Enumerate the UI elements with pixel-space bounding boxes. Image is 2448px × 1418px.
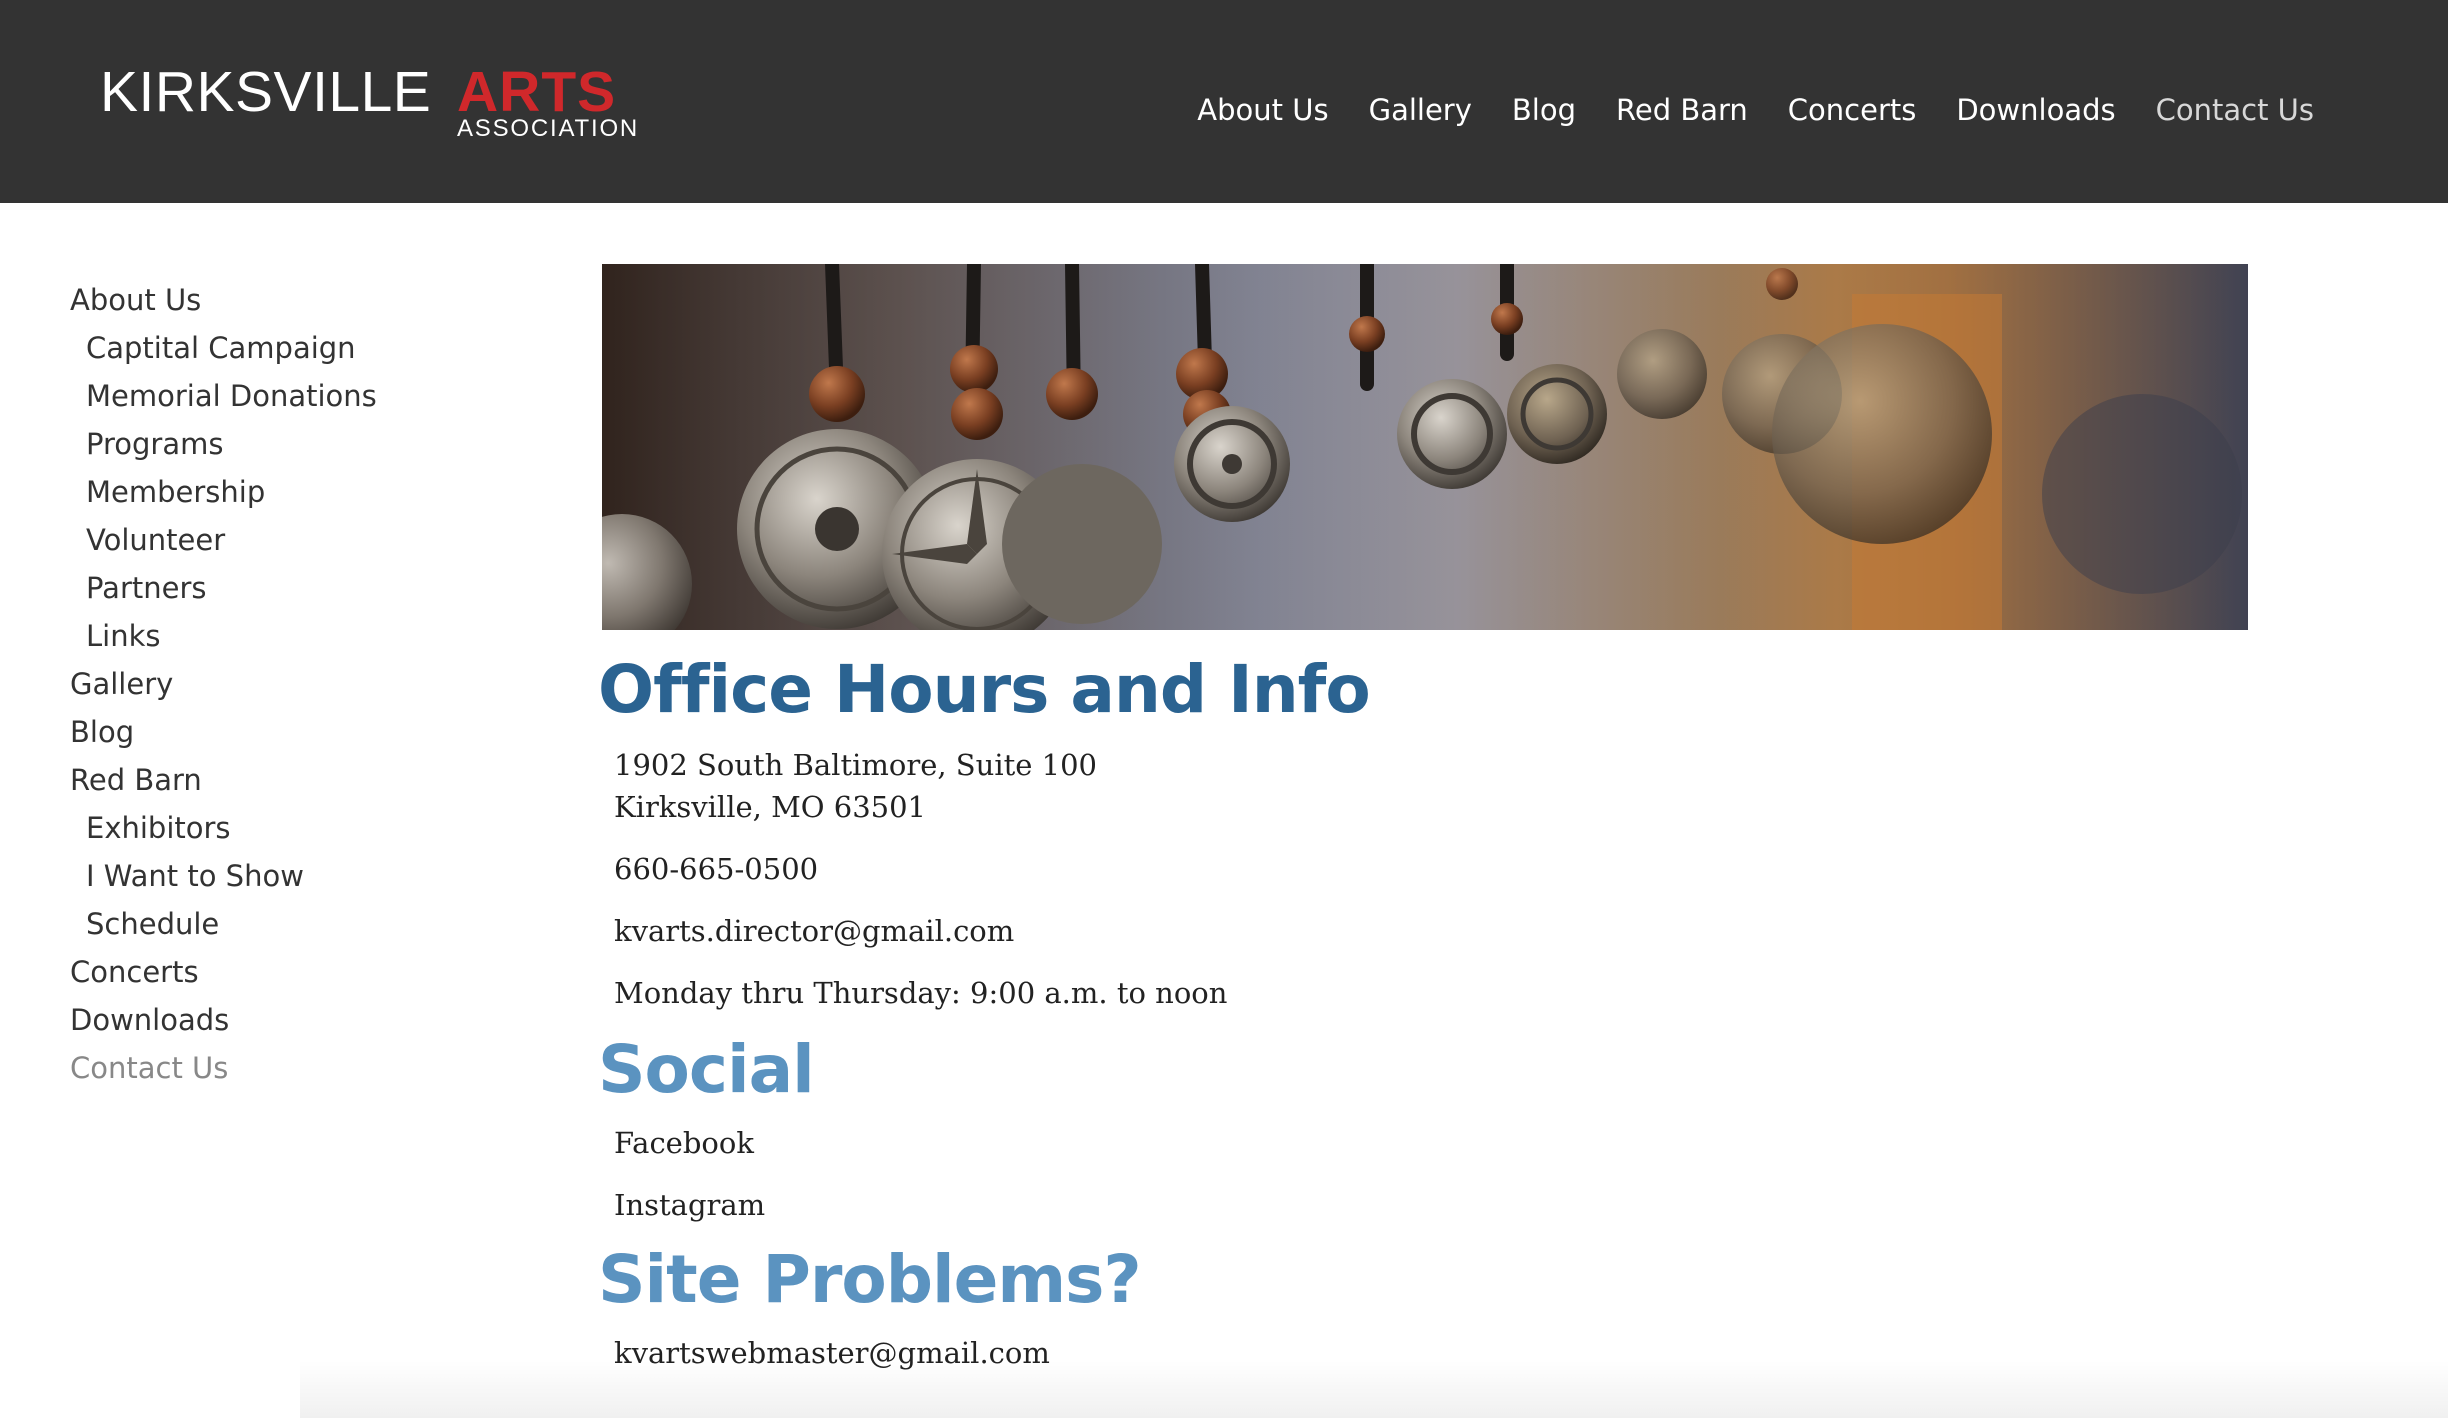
social-heading: Social	[598, 1031, 815, 1108]
sidebar-item-i-want-to-show[interactable]: I Want to Show	[70, 852, 540, 900]
instagram-link[interactable]: Instagram	[614, 1188, 765, 1222]
sidebar-item-volunteer[interactable]: Volunteer	[70, 516, 540, 564]
sidebar-item-concerts[interactable]: Concerts	[70, 948, 540, 996]
logo-name-text: KIRKSVILLE	[100, 60, 432, 124]
instagram-item: Instagram	[598, 1184, 2298, 1226]
sidebar-item-contact-us[interactable]: Contact Us	[70, 1044, 540, 1092]
nav-downloads[interactable]: Downloads	[1956, 88, 2115, 132]
sidebar-item-membership[interactable]: Membership	[70, 468, 540, 516]
sidebar-navigation: About Us Captital Campaign Memorial Dona…	[70, 276, 540, 1092]
top-navigation: About Us Gallery Blog Red Barn Concerts …	[1197, 88, 2314, 132]
director-email: kvarts.director@gmail.com	[598, 910, 2298, 952]
director-email-link[interactable]: kvarts.director@gmail.com	[614, 914, 1014, 948]
nav-blog[interactable]: Blog	[1512, 88, 1576, 132]
nav-concerts[interactable]: Concerts	[1788, 88, 1917, 132]
sidebar-item-downloads[interactable]: Downloads	[70, 996, 540, 1044]
nav-about-us[interactable]: About Us	[1197, 88, 1328, 132]
logo-association-text: ASSOCIATION	[457, 115, 640, 142]
webmaster-email-link[interactable]: kvartswebmaster@gmail.com	[614, 1336, 1050, 1370]
nav-gallery[interactable]: Gallery	[1369, 88, 1472, 132]
office-hours-heading: Office Hours and Info	[598, 651, 1371, 728]
sidebar-item-capital-campaign[interactable]: Captital Campaign	[70, 324, 540, 372]
facebook-link[interactable]: Facebook	[614, 1126, 754, 1160]
sidebar-item-red-barn[interactable]: Red Barn	[70, 756, 540, 804]
phone-number: 660-665-0500	[614, 852, 819, 886]
webmaster-email: kvartswebmaster@gmail.com	[598, 1332, 2298, 1374]
sidebar-item-programs[interactable]: Programs	[70, 420, 540, 468]
sidebar-item-blog[interactable]: Blog	[70, 708, 540, 756]
site-problems-heading: Site Problems?	[598, 1241, 1142, 1318]
logo-arts-text: ARTS	[457, 60, 617, 124]
sidebar-item-schedule[interactable]: Schedule	[70, 900, 540, 948]
office-hours-text: Monday thru Thursday: 9:00 a.m. to noon	[614, 976, 1228, 1010]
sidebar-item-exhibitors[interactable]: Exhibitors	[70, 804, 540, 852]
sidebar-item-memorial-donations[interactable]: Memorial Donations	[70, 372, 540, 420]
main-content: Office Hours and Info 1902 South Baltimo…	[598, 650, 2298, 1374]
banner-image	[602, 264, 2248, 630]
sidebar-item-about-us[interactable]: About Us	[70, 276, 540, 324]
sidebar-item-partners[interactable]: Partners	[70, 564, 540, 612]
nav-red-barn[interactable]: Red Barn	[1616, 88, 1748, 132]
address-line-2: Kirksville, MO 63501	[614, 790, 927, 824]
facebook-item: Facebook	[598, 1122, 2298, 1164]
nav-contact-us[interactable]: Contact Us	[2156, 88, 2314, 132]
sidebar-item-links[interactable]: Links	[70, 612, 540, 660]
sidebar-item-gallery[interactable]: Gallery	[70, 660, 540, 708]
address-line-1: 1902 South Baltimore, Suite 100	[614, 748, 1098, 782]
site-header: KIRKSVILLE ARTS ASSOCIATION About Us Gal…	[0, 0, 2448, 203]
pendant-photo-illustration	[602, 264, 2248, 630]
